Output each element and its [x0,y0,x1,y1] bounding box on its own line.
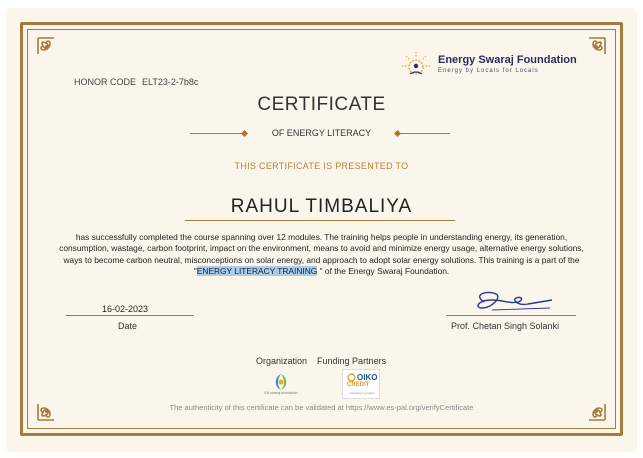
honor-code-value: ELT23-2-7b8c [142,77,199,87]
foundation-tagline: Energy by Locals for Locals [438,68,539,74]
date-line [66,315,194,316]
recipient-underline [185,220,455,221]
certificate-title: CERTIFICATE [257,94,386,115]
corner-ornament-top-left [36,36,70,70]
inner-frame [27,29,616,429]
signatory-name: Prof. Chetan Singh Solanki [451,321,560,331]
organization-logo-caption: EN swaraj foundation [264,391,298,395]
foundation-logo: Energy Swaraj Foundation Energy by Local… [400,50,577,82]
date-label: Date [118,321,138,331]
sun-icon [402,52,430,75]
signature-line [446,315,576,316]
corner-ornament-top-right [573,36,607,70]
certificate-subtitle: OF ENERGY LITERACY [271,128,372,138]
organization-label: Organization [256,356,308,366]
oiko-sub: CREDIT [347,382,370,388]
foundation-name: Energy Swaraj Foundation [438,54,577,66]
presented-to-line: THIS CERTIFICATE IS PRESENTED TO [234,161,409,171]
signature-image [477,291,553,311]
honor-code-label: HONOR CODE [74,77,137,87]
oiko-mark-icon [347,373,356,382]
funding-partners-label: Funding Partners [317,356,387,366]
body-text-after: " of the Energy Swaraj Foundation. [317,265,450,276]
oiko-caption: investing in people [349,391,375,395]
certificate-body: has successfully completed the course sp… [50,232,593,277]
partners-heading: Organization Funding Partners [256,356,386,366]
validation-footer: The authenticity of this certificate can… [169,403,474,412]
issue-date: 16-02-2023 [102,304,149,314]
recipient-name: RAHUL TIMBALIYA [230,196,413,217]
oiko-name: OIKO [357,373,378,382]
honor-code: HONOR CODE ELT23-2-7b8c [74,77,198,87]
body-text-highlight: ENERGY LITERACY TRAINING [196,265,318,276]
funding-partner-logo: OIKO CREDIT investing in people [342,369,380,399]
